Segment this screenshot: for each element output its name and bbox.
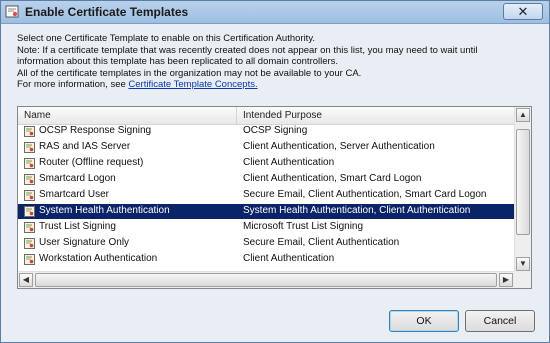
certificate-template-icon <box>24 126 35 137</box>
intended-purpose: OCSP Signing <box>243 125 308 136</box>
template-concepts-link[interactable]: Certificate Template Concepts. <box>128 79 257 90</box>
intended-purpose: Secure Email, Client Authentication <box>243 237 400 248</box>
cancel-button[interactable]: Cancel <box>465 310 535 332</box>
table-row[interactable]: Router (Offline request) Client Authentic… <box>18 156 515 171</box>
template-name: Smartcard User <box>39 189 110 200</box>
table-row[interactable]: User Signature Only Secure Email, Client … <box>18 236 515 251</box>
template-name: Workstation Authentication <box>39 253 158 264</box>
horizontal-scroll-thumb[interactable] <box>35 273 497 287</box>
template-name: User Signature Only <box>39 237 130 248</box>
certificate-template-icon <box>24 174 35 185</box>
certificate-template-icon <box>24 206 35 217</box>
template-name: Smartcard Logon <box>39 173 116 184</box>
window-title: Enable Certificate Templates <box>25 5 189 19</box>
scroll-left-icon[interactable]: ◀ <box>19 273 33 287</box>
template-name: OCSP Response Signing <box>39 125 152 136</box>
horizontal-scrollbar[interactable]: ◀ ▶ <box>18 271 515 288</box>
scroll-right-icon[interactable]: ▶ <box>499 273 513 287</box>
vertical-scrollbar[interactable]: ▲ ▼ <box>514 107 531 272</box>
title-bar[interactable]: Enable Certificate Templates ✕ <box>1 1 549 24</box>
table-row[interactable]: RAS and IAS Server Client Authentication,… <box>18 140 515 155</box>
close-button[interactable]: ✕ <box>503 3 543 20</box>
template-name: Router (Offline request) <box>39 157 144 168</box>
intended-purpose: System Health Authentication, Client Aut… <box>243 205 471 216</box>
table-row[interactable]: Smartcard Logon Client Authentication, Sm… <box>18 172 515 187</box>
intended-purpose: Client Authentication <box>243 253 335 264</box>
info-text: Select one Certificate Template to enabl… <box>17 33 537 91</box>
scroll-up-icon[interactable]: ▲ <box>516 108 530 122</box>
list-header: Name Intended Purpose <box>18 107 515 125</box>
list-rows: OCSP Response Signing OCSP Signing RAS and… <box>18 124 515 272</box>
scrollbar-corner <box>515 272 531 288</box>
scroll-down-icon[interactable]: ▼ <box>516 257 530 271</box>
certificate-template-icon <box>24 222 35 233</box>
table-row[interactable]: OCSP Response Signing OCSP Signing <box>18 124 515 139</box>
more-info-line: For more information, see Certificate Te… <box>17 79 537 91</box>
column-header-name[interactable]: Name <box>24 110 51 121</box>
template-list[interactable]: Name Intended Purpose OCSP Response Sign… <box>17 106 532 289</box>
certificate-template-icon <box>24 190 35 201</box>
table-row[interactable]: Trust List Signing Microsoft Trust List S… <box>18 220 515 235</box>
table-row[interactable]: System Health Authentication System Healt… <box>18 204 515 219</box>
certificate-template-icon <box>24 142 35 153</box>
template-name: Trust List Signing <box>39 221 116 232</box>
intended-purpose: Microsoft Trust List Signing <box>243 221 364 232</box>
column-separator[interactable] <box>236 107 237 124</box>
intended-purpose: Client Authentication, Server Authentica… <box>243 141 435 152</box>
info-line: All of the certificate templates in the … <box>17 67 362 79</box>
info-line: Note: If a certificate template that was… <box>17 44 478 56</box>
dialog-window: Enable Certificate Templates ✕ Select on… <box>0 0 550 343</box>
more-info-prefix: For more information, see <box>17 79 129 90</box>
info-line: Select one Certificate Template to enabl… <box>17 33 316 44</box>
column-header-purpose[interactable]: Intended Purpose <box>243 110 322 121</box>
close-icon: ✕ <box>517 4 529 19</box>
vertical-scroll-thumb[interactable] <box>516 129 530 235</box>
certificate-template-icon <box>24 238 35 249</box>
certificate-icon <box>5 5 19 18</box>
ok-button[interactable]: OK <box>389 310 459 332</box>
certificate-template-icon <box>24 254 35 265</box>
intended-purpose: Client Authentication, Smart Card Logon <box>243 173 422 184</box>
template-name: System Health Authentication <box>39 205 170 216</box>
intended-purpose: Secure Email, Client Authentication, Sma… <box>243 189 487 200</box>
table-row[interactable]: Smartcard User Secure Email, Client Authe… <box>18 188 515 203</box>
table-row[interactable]: Workstation Authentication Client Authent… <box>18 252 515 267</box>
info-line: information about this template has been… <box>17 56 339 67</box>
template-name: RAS and IAS Server <box>39 141 131 152</box>
intended-purpose: Client Authentication <box>243 157 335 168</box>
certificate-template-icon <box>24 158 35 169</box>
